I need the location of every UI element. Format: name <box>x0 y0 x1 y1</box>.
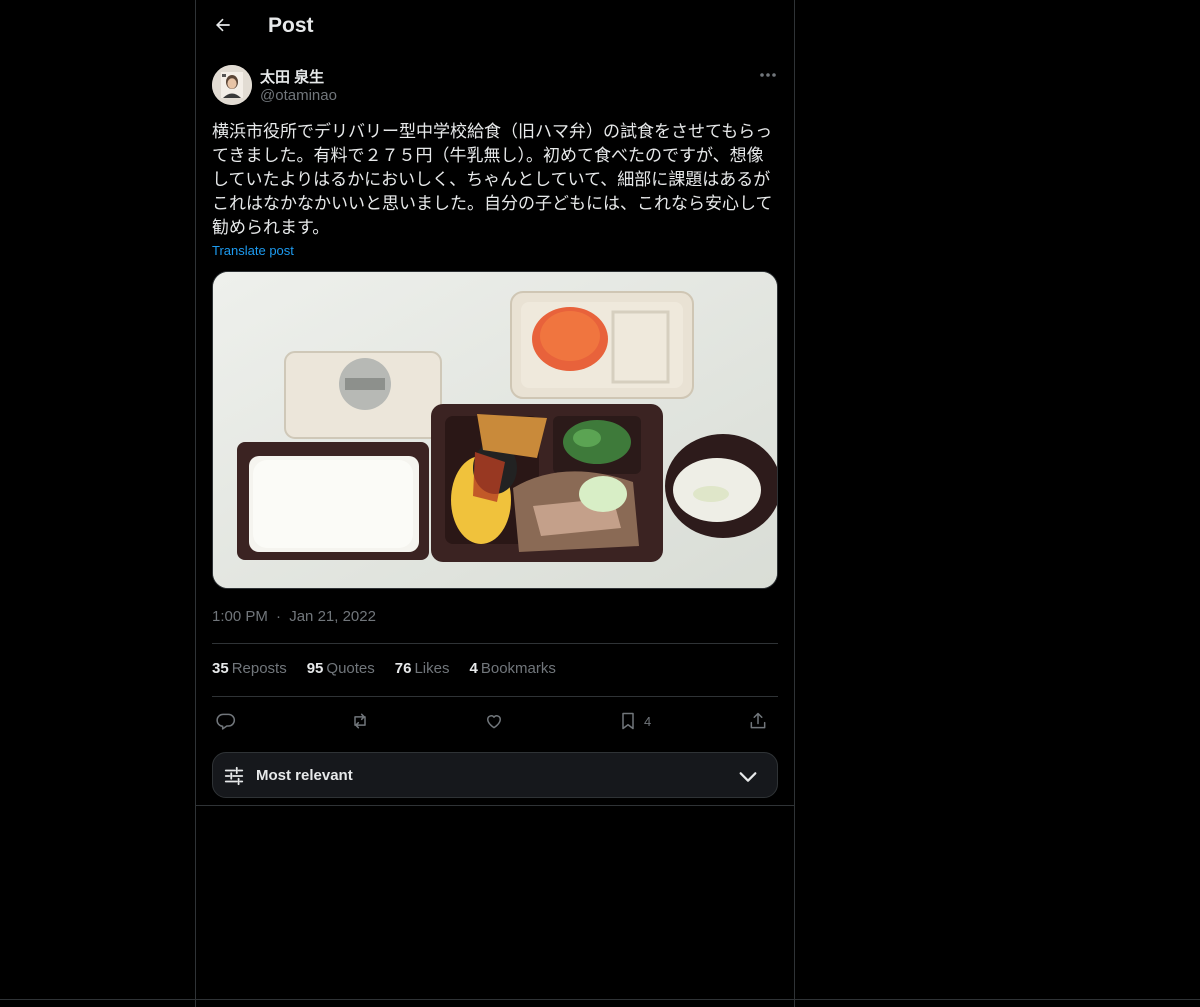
stats-top-divider <box>212 643 778 644</box>
translate-post-link[interactable]: Translate post <box>212 243 294 258</box>
post-date[interactable]: Jan 21, 2022 <box>289 608 376 625</box>
reposts-stat[interactable]: 35 Reposts <box>212 660 287 682</box>
author-handle[interactable]: @otaminao <box>260 87 337 104</box>
post-time[interactable]: 1:00 PM <box>212 608 268 625</box>
chevron-down-icon <box>739 772 757 782</box>
action-bar: 4 <box>212 706 778 736</box>
reply-button[interactable] <box>216 706 236 736</box>
likes-label: Likes <box>414 660 450 677</box>
share-icon <box>750 712 766 729</box>
post-column: Post 太田 泉生 @otaminao 横浜市役所でデリバリー型中学校給食（旧… <box>195 0 795 1007</box>
arrow-left-icon <box>216 18 230 32</box>
page-title: Post <box>268 14 314 37</box>
avatar[interactable] <box>212 65 252 105</box>
quotes-count: 95 <box>306 660 324 677</box>
engagement-stats: 35 Reposts 95 Quotes 76 Likes 4 Bookmarks <box>212 660 556 682</box>
like-button[interactable] <box>484 706 504 736</box>
post-header: Post <box>196 0 794 53</box>
bookmark-button[interactable]: 4 <box>618 706 651 736</box>
share-button[interactable] <box>748 706 768 736</box>
post-timestamp: 1:00 PM · Jan 21, 2022 <box>212 608 376 625</box>
repost-button[interactable] <box>350 706 370 736</box>
bookmark-count: 4 <box>644 713 652 729</box>
back-button[interactable] <box>208 10 238 40</box>
timestamp-separator: · <box>276 608 282 625</box>
repost-icon <box>354 713 366 729</box>
bookmarks-stat[interactable]: 4 Bookmarks <box>470 660 556 682</box>
reply-sort-dropdown[interactable]: Most relevant <box>212 752 778 798</box>
bookmarks-label: Bookmarks <box>480 660 556 677</box>
reposts-label: Reposts <box>231 660 287 677</box>
sort-label: Most relevant <box>256 767 353 784</box>
reposts-count: 35 <box>212 660 229 677</box>
post-photo[interactable] <box>212 271 778 589</box>
stats-bottom-divider <box>212 696 778 697</box>
more-icon <box>760 73 776 77</box>
sliders-icon <box>224 766 244 786</box>
author-name[interactable]: 太田 泉生 <box>260 66 324 87</box>
bottom-divider <box>0 999 1200 1000</box>
reply-icon <box>216 713 236 730</box>
more-options-button[interactable] <box>756 64 780 86</box>
likes-stat[interactable]: 76 Likes <box>395 660 450 682</box>
column-divider <box>196 805 794 806</box>
bookmarks-count: 4 <box>469 660 478 677</box>
likes-count: 76 <box>394 660 412 677</box>
heart-icon <box>487 715 501 729</box>
post-text: 横浜市役所でデリバリー型中学校給食（旧ハマ弁）の試食をさせてもらってきました。有… <box>212 122 773 238</box>
bookmark-icon <box>622 712 634 730</box>
quotes-label: Quotes <box>326 660 375 677</box>
quotes-stat[interactable]: 95 Quotes <box>307 660 375 682</box>
